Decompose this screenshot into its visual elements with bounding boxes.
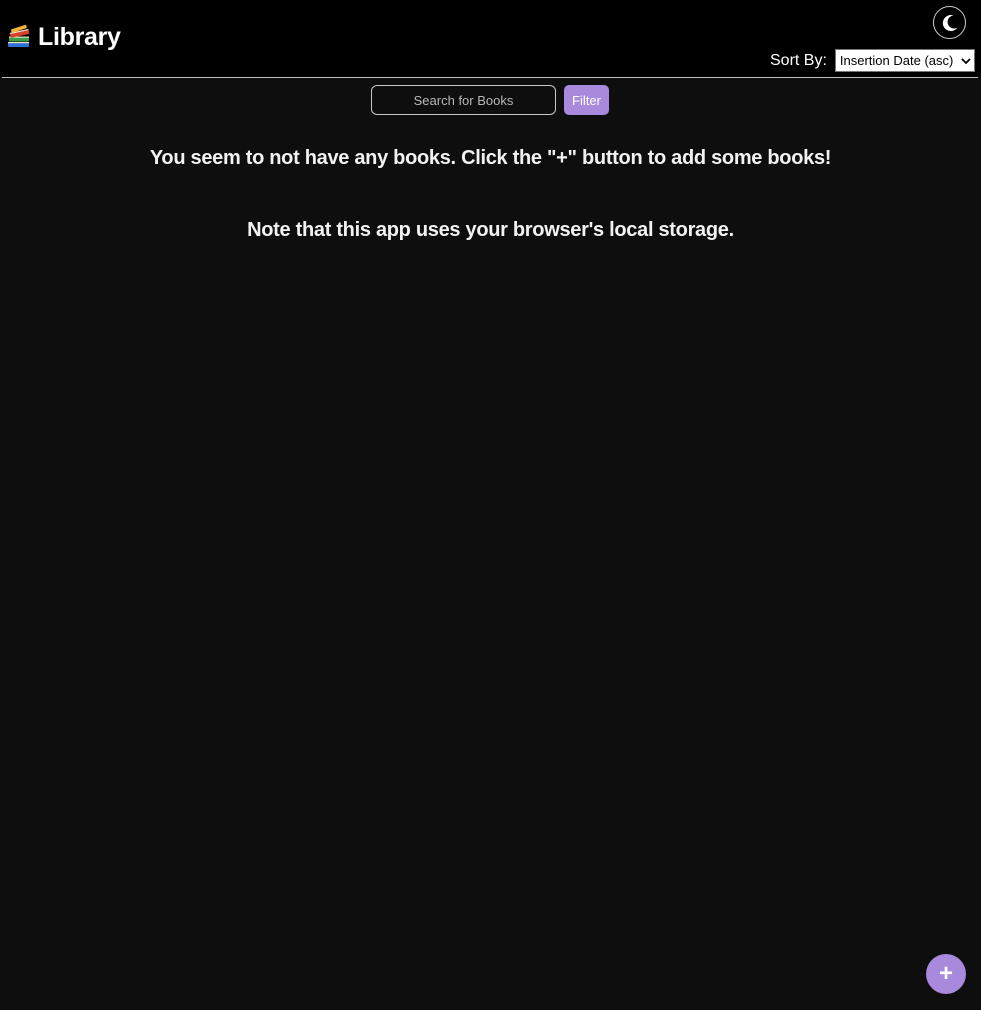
filter-button[interactable]: Filter <box>564 85 609 115</box>
header-divider <box>2 77 978 78</box>
sort-label: Sort By: <box>770 51 827 69</box>
moon-icon <box>942 14 957 31</box>
app-header: Library Sort By: Insertion Date (asc) <box>0 0 981 77</box>
add-book-button[interactable]: + <box>926 954 966 994</box>
app-title: Library <box>38 23 121 51</box>
plus-icon: + <box>938 960 953 987</box>
empty-library-message: You seem to not have any books. Click th… <box>149 147 832 169</box>
sort-select[interactable]: Insertion Date (asc) <box>834 49 975 72</box>
sort-control: Sort By: Insertion Date (asc) <box>770 49 975 72</box>
books-stack-icon <box>8 24 30 47</box>
app-logo: Library <box>6 22 121 52</box>
chevron-down-icon <box>960 50 972 71</box>
sort-selected-value: Insertion Date (asc) <box>839 53 954 68</box>
theme-toggle-button[interactable] <box>933 6 966 39</box>
search-input[interactable] <box>371 85 556 115</box>
local-storage-note: Note that this app uses your browser's l… <box>247 219 734 241</box>
